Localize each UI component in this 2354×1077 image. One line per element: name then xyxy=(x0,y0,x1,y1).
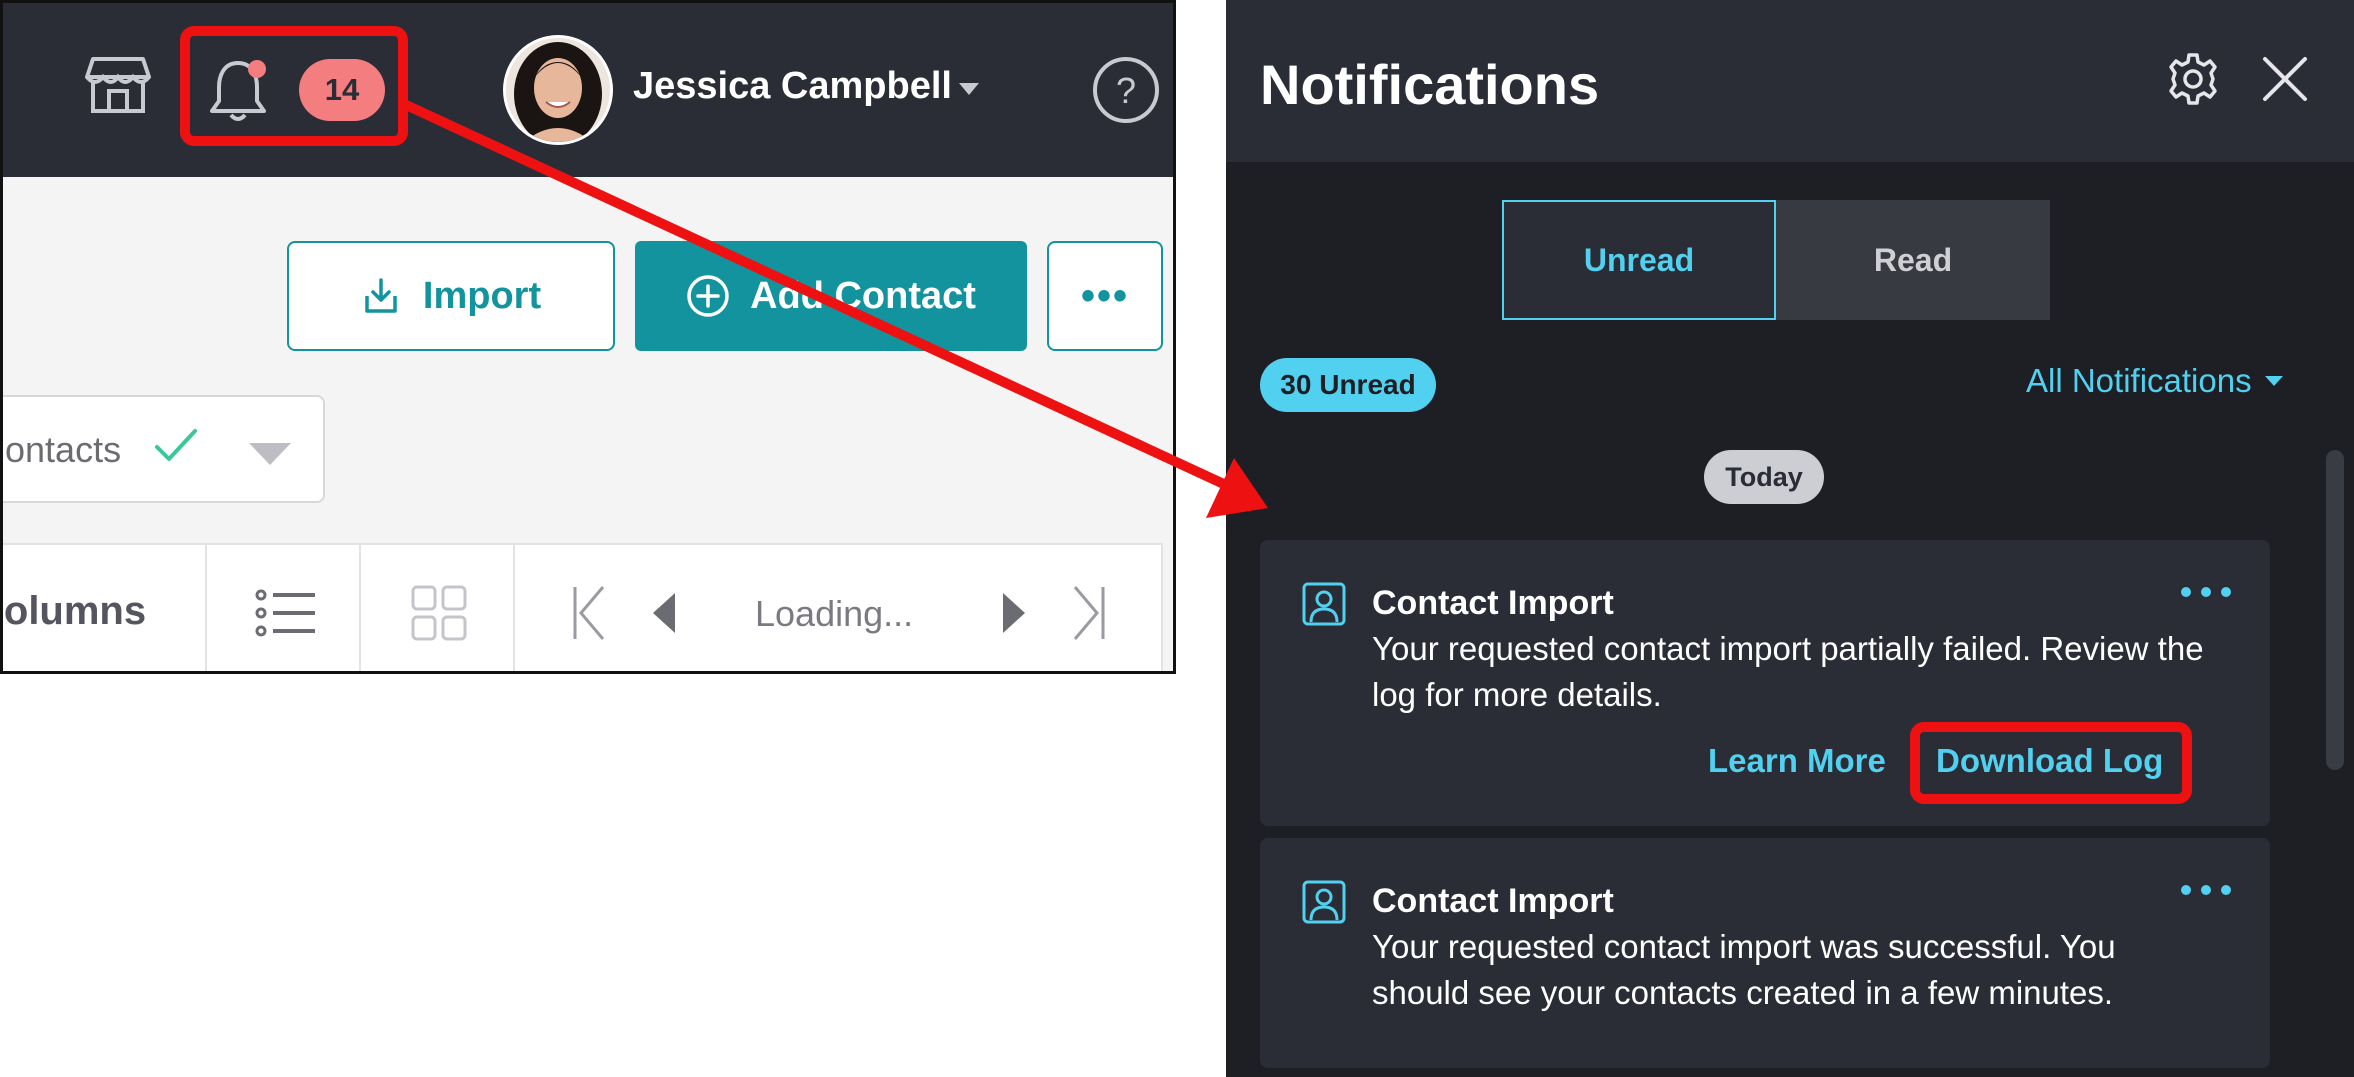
chevron-down-icon[interactable] xyxy=(247,441,293,467)
import-button[interactable]: Import xyxy=(287,241,615,351)
toolbar-divider xyxy=(513,545,515,671)
grid-view-icon[interactable] xyxy=(411,585,467,641)
notifications-panel: Notifications Unread Read 30 Unread All … xyxy=(1226,0,2354,1077)
download-log-callout-box xyxy=(1910,722,2192,804)
import-label: Import xyxy=(422,274,542,317)
chevron-down-icon[interactable] xyxy=(957,81,981,97)
toolbar-divider xyxy=(359,545,361,671)
notification-body: Your requested contact import was succes… xyxy=(1372,928,2116,1011)
pagination-status: Loading... xyxy=(755,593,914,634)
app-screenshot: 14 Jessica Campbell ? Import Add Contact… xyxy=(0,0,1176,674)
notification-body: Your requested contact import partially … xyxy=(1372,630,2204,713)
notification-card[interactable]: Contact Import Your requested contact im… xyxy=(1260,838,2270,1068)
more-actions-button[interactable]: ••• xyxy=(1047,241,1163,351)
tab-read[interactable]: Read xyxy=(1776,200,2050,320)
last-page-icon[interactable] xyxy=(1071,585,1107,641)
svg-text:?: ? xyxy=(1116,70,1136,111)
user-avatar[interactable] xyxy=(503,35,613,145)
panel-scrollbar[interactable] xyxy=(2326,450,2344,770)
bell-callout-box xyxy=(180,26,408,146)
plus-circle-icon xyxy=(687,275,729,317)
tab-unread[interactable]: Unread xyxy=(1502,200,1776,320)
columns-button[interactable]: Columns xyxy=(3,589,146,634)
check-icon xyxy=(155,429,197,461)
toolbar-divider xyxy=(205,545,207,671)
add-contact-button[interactable]: Add Contact xyxy=(635,241,1027,351)
notification-filter-dropdown[interactable]: All Notifications xyxy=(2026,362,2284,400)
app-top-bar: 14 Jessica Campbell ? xyxy=(3,3,1173,177)
chevron-down-icon xyxy=(2264,376,2283,386)
contact-icon xyxy=(1302,880,1346,924)
unread-count-badge: 30 Unread xyxy=(1260,358,1436,412)
prev-page-icon[interactable] xyxy=(651,591,677,635)
next-page-icon[interactable] xyxy=(1001,591,1027,635)
more-icon[interactable] xyxy=(2178,582,2234,602)
contact-icon xyxy=(1302,582,1346,626)
date-group-label: Today xyxy=(1704,450,1824,504)
notification-title: Contact Import xyxy=(1372,882,1614,920)
contacts-filter-label: ontacts xyxy=(5,429,122,470)
add-contact-label: Add Contact xyxy=(750,274,976,317)
panel-header: Notifications xyxy=(1226,0,2354,162)
gear-icon[interactable] xyxy=(2166,52,2220,106)
help-icon[interactable]: ? xyxy=(1091,55,1161,125)
panel-title: Notifications xyxy=(1260,53,1600,116)
notification-filter-label: All Notifications xyxy=(2026,362,2252,399)
table-toolbar: Columns Loading... xyxy=(3,543,1163,671)
close-icon[interactable] xyxy=(2260,54,2310,104)
download-icon xyxy=(365,278,397,313)
more-icon: ••• xyxy=(1080,273,1129,318)
first-page-icon[interactable] xyxy=(571,585,607,641)
notification-title: Contact Import xyxy=(1372,584,1614,622)
avatar-photo xyxy=(506,38,610,142)
contacts-filter-dropdown[interactable]: ontacts xyxy=(3,395,325,503)
list-view-icon[interactable] xyxy=(255,589,317,637)
more-icon[interactable] xyxy=(2178,880,2234,900)
learn-more-link[interactable]: Learn More xyxy=(1708,742,1886,780)
user-name[interactable]: Jessica Campbell xyxy=(633,65,952,108)
store-icon[interactable] xyxy=(85,55,151,115)
